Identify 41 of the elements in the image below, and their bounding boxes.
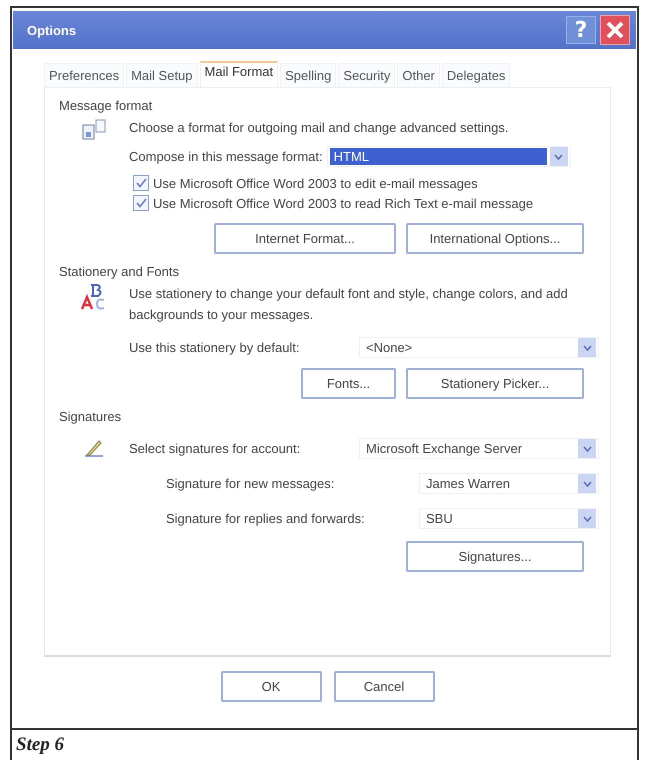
section-heading: Stationery and Fonts bbox=[59, 264, 180, 279]
checkbox[interactable] bbox=[133, 175, 149, 191]
window-title: Options bbox=[27, 22, 78, 38]
field-label: Signature for replies and forwards: bbox=[166, 511, 366, 526]
tab[interactable]: Mail Format bbox=[200, 61, 278, 87]
checkmark-icon bbox=[136, 178, 146, 188]
dialog-button[interactable]: Cancel bbox=[334, 671, 434, 702]
dialog-button[interactable]: Signatures... bbox=[406, 541, 584, 572]
font-icon bbox=[81, 283, 107, 311]
description-text: Use stationery to change your default font and style, change colors, and add backgrounds to your messages. bbox=[129, 285, 569, 324]
description-text: Choose a format for outgoing mail and change advanced settings. bbox=[129, 119, 510, 137]
pen-icon bbox=[83, 438, 105, 458]
field-label: Compose in this message format: bbox=[129, 149, 323, 164]
checkbox-label: Use Microsoft Office Word 2003 to edit e-mail messages bbox=[153, 176, 478, 190]
field-label: Use this stationery by default: bbox=[129, 340, 301, 355]
section-heading: Message format bbox=[59, 98, 154, 113]
tab[interactable]: Preferences bbox=[44, 63, 124, 87]
dialog-button[interactable]: Internet Format... bbox=[214, 223, 396, 254]
dialog-button[interactable]: Fonts... bbox=[301, 368, 396, 399]
field-label: Signature for new messages: bbox=[166, 476, 336, 491]
tab[interactable]: Spelling bbox=[280, 63, 336, 87]
tab[interactable]: Other bbox=[397, 63, 440, 87]
tab[interactable]: Mail Setup bbox=[126, 63, 198, 87]
dropdown[interactable]: SBU bbox=[419, 508, 599, 529]
dialog-button[interactable]: International Options... bbox=[406, 223, 584, 254]
dropdown[interactable]: HTML bbox=[326, 146, 571, 167]
dropdown[interactable]: James Warren bbox=[419, 473, 599, 494]
checkbox-label: Use Microsoft Office Word 2003 to read Rich Text e-mail message bbox=[153, 196, 534, 210]
section-heading: Signatures bbox=[59, 409, 122, 424]
tab[interactable]: Security bbox=[338, 63, 396, 87]
dropdown[interactable]: <None> bbox=[359, 337, 599, 358]
field-label: Select signatures for account: bbox=[129, 441, 302, 456]
checkbox[interactable] bbox=[133, 195, 149, 211]
dropdown[interactable]: Microsoft Exchange Server bbox=[359, 438, 599, 459]
step-caption: Step 6 bbox=[16, 734, 64, 756]
close-icon bbox=[605, 20, 625, 40]
dialog-button[interactable]: Stationery Picker... bbox=[406, 368, 584, 399]
close-button[interactable] bbox=[600, 15, 630, 45]
dialog-button[interactable]: OK bbox=[220, 671, 322, 702]
checkmark-icon bbox=[136, 198, 146, 208]
tab[interactable]: Delegates bbox=[442, 63, 510, 87]
